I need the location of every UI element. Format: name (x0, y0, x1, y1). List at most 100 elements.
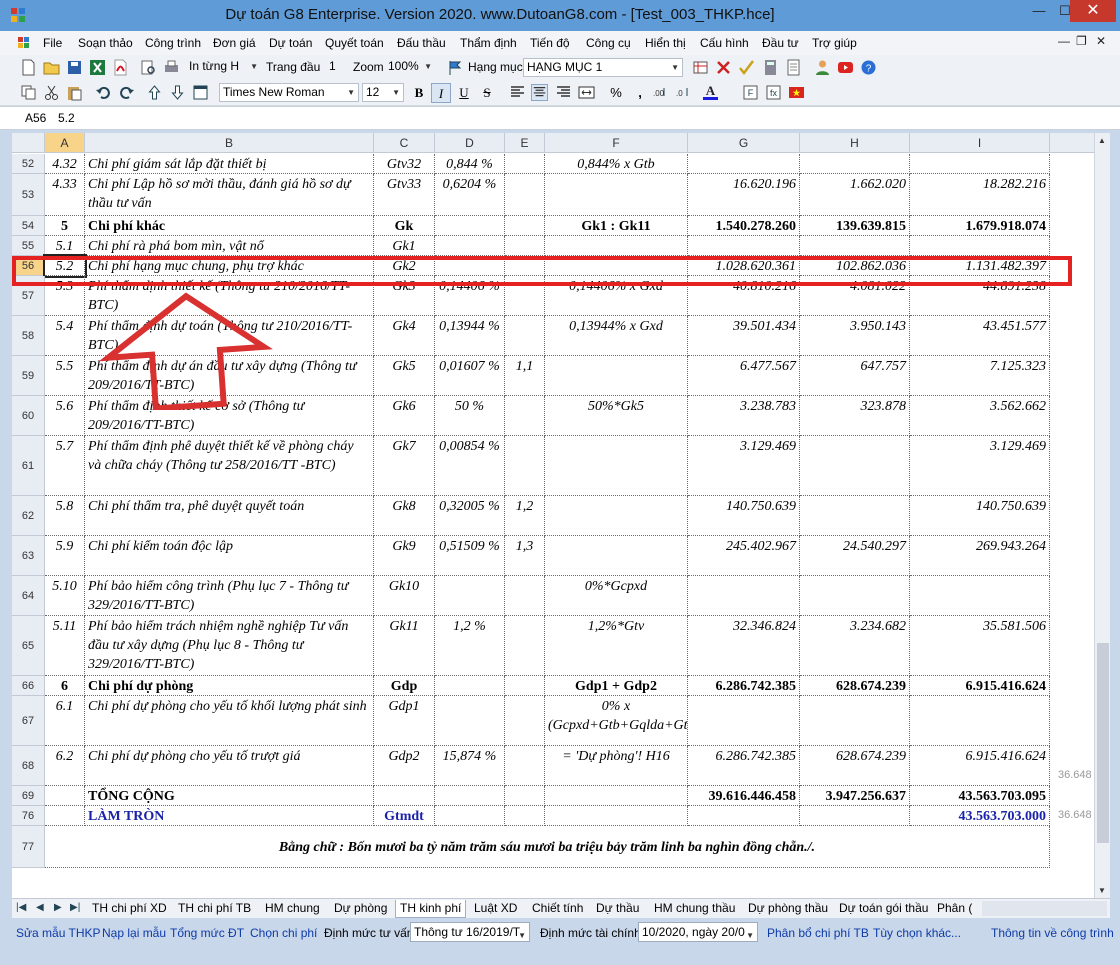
cell-a[interactable]: 4.32 (45, 154, 85, 174)
delete-icon[interactable] (715, 59, 732, 76)
close-button[interactable]: ✕ (1070, 0, 1116, 22)
cell-g[interactable]: 1.540.278.260 (688, 216, 800, 236)
choose-cost-link[interactable]: Chọn chi phí (250, 926, 317, 940)
cell-f[interactable] (545, 536, 688, 576)
cell-b[interactable]: Chi phí kiểm toán độc lập (85, 536, 374, 576)
next-sheet-icon[interactable]: ▶ (54, 902, 62, 913)
cell-c[interactable]: Gk5 (374, 356, 435, 396)
total-investment-link[interactable]: Tổng mức ĐT (170, 926, 244, 940)
tab-hm-chung[interactable]: HM chung (265, 901, 320, 915)
tab-hm-chung-thau[interactable]: HM chung thầu (654, 901, 735, 915)
menu-schedule[interactable]: Tiến độ (530, 36, 570, 50)
cell-i[interactable] (910, 696, 1050, 746)
cell-d[interactable]: 0,32005 % (435, 496, 505, 536)
cell-f[interactable]: 50%*Gk5 (545, 396, 688, 436)
cell-h[interactable] (800, 236, 910, 256)
cell-h[interactable]: 3.950.143 (800, 316, 910, 356)
amount-in-words-cell[interactable]: Bằng chữ : Bốn mươi ba tỷ năm trăm sáu m… (45, 826, 1050, 868)
cell-reference[interactable]: A56 (25, 111, 46, 125)
col-header-c[interactable]: C (374, 133, 435, 153)
cell-value-input[interactable]: 5.2 (58, 111, 75, 125)
col-header-a[interactable]: A (45, 133, 85, 153)
cell-a[interactable]: 6 (45, 676, 85, 696)
cell-a[interactable]: 5.11 (45, 616, 85, 676)
cell-i[interactable]: 7.125.323 (910, 356, 1050, 396)
menu-file[interactable]: File (43, 36, 62, 50)
mdi-close-icon[interactable]: ✕ (1096, 34, 1106, 48)
cell-c[interactable]: Gk11 (374, 616, 435, 676)
cell-h[interactable]: 139.639.815 (800, 216, 910, 236)
table-row[interactable]: 77 Bằng chữ : Bốn mươi ba tỷ năm trăm sáu… (12, 826, 1094, 868)
row-header[interactable]: 59 (12, 356, 45, 396)
cell-a[interactable]: 5.1 (45, 236, 85, 256)
cell-d[interactable]: 0,844 % (435, 154, 505, 174)
cell-c[interactable]: Gk7 (374, 436, 435, 496)
youtube-icon[interactable] (837, 59, 854, 76)
cell-e[interactable]: 1,1 (505, 356, 545, 396)
undo-icon[interactable] (95, 84, 112, 101)
horizontal-scrollbar[interactable] (982, 901, 1107, 916)
cell-c[interactable]: Gtv33 (374, 174, 435, 216)
cell-c[interactable]: Gk9 (374, 536, 435, 576)
tab-du-phong-thau[interactable]: Dự phòng thầu (748, 901, 828, 915)
row-header[interactable]: 61 (12, 436, 45, 496)
cell-b[interactable]: Chi phí dự phòng cho yếu tố trượt giá (85, 746, 374, 786)
menu-investment[interactable]: Đầu tư (762, 36, 799, 50)
cell-c[interactable]: Gk10 (374, 576, 435, 616)
cell-g[interactable]: 32.346.824 (688, 616, 800, 676)
cell-b[interactable]: Chi phí dự phòng (85, 676, 374, 696)
cell-g[interactable] (688, 236, 800, 256)
bold-button[interactable]: B (409, 83, 429, 103)
cell-a[interactable]: 5.5 (45, 356, 85, 396)
calculator-icon[interactable] (762, 59, 779, 76)
cell-i[interactable]: 43.563.703.095 (910, 786, 1050, 806)
font-color-icon[interactable]: A (702, 84, 719, 101)
cell-a[interactable]: 5.6 (45, 396, 85, 436)
menu-appraisal[interactable]: Thẩm định (460, 36, 517, 50)
cell-a[interactable]: 5.7 (45, 436, 85, 496)
cell-e[interactable] (505, 154, 545, 174)
cell-a[interactable]: 5.8 (45, 496, 85, 536)
cell-f[interactable]: 0% x (Gcpxd+Gtb+Gqlda+Gtv+Gk) (545, 696, 688, 746)
col-header-h[interactable]: H (800, 133, 910, 153)
corner-cell[interactable] (12, 133, 45, 153)
print-preview-icon[interactable] (140, 59, 157, 76)
col-header-g[interactable]: G (688, 133, 800, 153)
menu-help[interactable]: Trợ giúp (812, 36, 857, 50)
cell-c[interactable]: Gk1 (374, 236, 435, 256)
cell-a[interactable]: 5 (45, 216, 85, 236)
cell-h[interactable] (800, 436, 910, 496)
cell-f[interactable] (545, 786, 688, 806)
redo-icon[interactable] (118, 84, 135, 101)
cell-e[interactable]: 1,3 (505, 536, 545, 576)
first-sheet-icon[interactable]: |◀ (16, 902, 26, 913)
minimize-button[interactable]: — (1026, 0, 1052, 22)
cell-g[interactable]: 16.620.196 (688, 174, 800, 216)
table-row[interactable]: 61 5.7 Phí thẩm định phê duyệt thiết kế về… (12, 436, 1094, 496)
cell-d[interactable] (435, 696, 505, 746)
row-header[interactable]: 62 (12, 496, 45, 536)
new-file-icon[interactable] (20, 59, 37, 76)
allocate-cost-link[interactable]: Phân bổ chi phí TB (767, 926, 869, 940)
open-folder-icon[interactable] (43, 59, 60, 76)
cell-g[interactable]: 3.238.783 (688, 396, 800, 436)
row-header[interactable]: 53 (12, 174, 45, 216)
row-header[interactable]: 60 (12, 396, 45, 436)
cell-d[interactable]: 50 % (435, 396, 505, 436)
cell-e[interactable] (505, 216, 545, 236)
cell-c[interactable]: Gtmdt (374, 806, 435, 826)
table-row[interactable]: 54 5 Chi phí khác Gk Gk1 : Gk11 1.540.278.260… (12, 216, 1094, 236)
cell-i[interactable]: 140.750.639 (910, 496, 1050, 536)
italic-button[interactable]: I (431, 83, 451, 103)
cell-i[interactable]: 3.562.662 (910, 396, 1050, 436)
cell-i[interactable]: 35.581.506 (910, 616, 1050, 676)
cell-h[interactable] (800, 154, 910, 174)
tab-phan[interactable]: Phân ( (937, 901, 972, 915)
menu-edit[interactable]: Soạn thảo (78, 36, 133, 50)
cell-g[interactable] (688, 576, 800, 616)
cell-i[interactable]: 1.679.918.074 (910, 216, 1050, 236)
tab-luat-xd[interactable]: Luật XD (474, 901, 517, 915)
cell-b[interactable]: Chi phí Lập hồ sơ mời thầu, đánh giá hồ … (85, 174, 374, 216)
mdi-restore-icon[interactable]: ❐ (1076, 34, 1087, 48)
row-header[interactable]: 65 (12, 616, 45, 676)
